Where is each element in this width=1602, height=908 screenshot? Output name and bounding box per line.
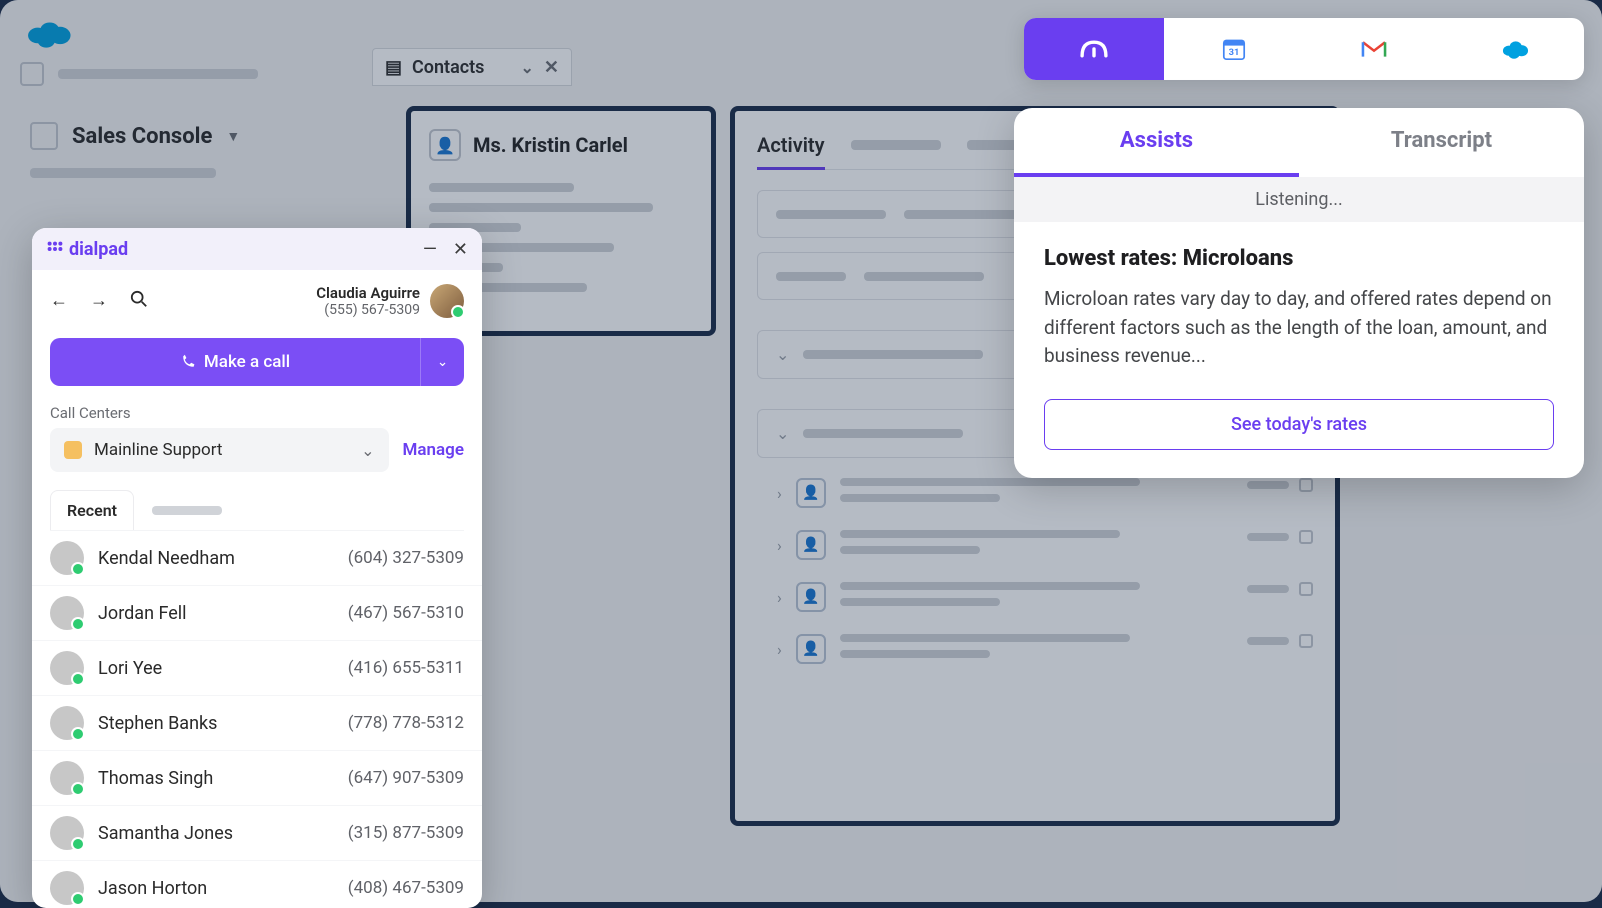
tab-transcript[interactable]: Transcript [1299, 108, 1584, 177]
chevron-down-icon: ⌄ [361, 441, 374, 460]
integration-dialpad-ai[interactable] [1024, 18, 1164, 80]
contact-name: Ms. Kristin Carlel [473, 133, 628, 157]
ai-status: Listening... [1014, 177, 1584, 222]
contact-icon: ▤ [385, 57, 402, 78]
avatar [50, 871, 84, 905]
assist-card-title: Lowest rates: Microloans [1044, 246, 1554, 271]
close-icon[interactable]: ✕ [453, 239, 468, 260]
chevron-down-icon[interactable]: ⌄ [521, 58, 534, 77]
selected-call-center: Mainline Support [94, 440, 223, 460]
manage-link[interactable]: Manage [403, 440, 464, 460]
recent-call-row[interactable]: Samantha Jones(315) 877-5309 [32, 806, 482, 861]
recent-call-row[interactable]: Jordan Fell(467) 567-5310 [32, 586, 482, 641]
back-icon[interactable]: ← [50, 290, 68, 313]
activity-item[interactable]: ›👤 [777, 478, 1313, 510]
integration-google-calendar[interactable]: 31 [1164, 18, 1304, 80]
dialpad-widget: dialpad — ✕ ← → Claudia Aguirre (555) 56… [32, 228, 482, 908]
avatar [50, 596, 84, 630]
make-call-dropdown[interactable]: ⌄ [420, 338, 464, 386]
sf-app-switcher[interactable]: Sales Console ▼ [30, 122, 240, 150]
assist-card-body: Microloan rates vary day to day, and off… [1044, 285, 1554, 371]
chevron-down-icon: ▼ [226, 128, 240, 145]
sf-app-name: Sales Console [72, 124, 212, 149]
sf-left-placeholder [30, 168, 340, 192]
dp-current-user[interactable]: Claudia Aguirre (555) 567-5309 [316, 284, 464, 318]
activity-item[interactable]: ›👤 [777, 582, 1313, 614]
make-call-button[interactable]: Make a call [50, 338, 420, 386]
user-name: Claudia Aguirre [316, 284, 420, 302]
activity-item[interactable]: ›👤 [777, 530, 1313, 562]
dialpad-logo: dialpad [46, 239, 128, 260]
sf-tab-contacts[interactable]: ▤ Contacts ⌄ ✕ [372, 48, 572, 86]
integration-salesforce[interactable] [1444, 18, 1584, 80]
recent-call-row[interactable]: Stephen Banks(778) 778-5312 [32, 696, 482, 751]
tab-assists[interactable]: Assists [1014, 108, 1299, 177]
avatar [50, 816, 84, 850]
search-icon[interactable] [130, 290, 148, 313]
recent-calls-list: Kendal Needham(604) 327-5309 Jordan Fell… [32, 531, 482, 908]
sf-tab-label: Contacts [412, 57, 484, 78]
avatar [430, 284, 464, 318]
person-icon: 👤 [429, 129, 461, 161]
svg-text:31: 31 [1229, 47, 1240, 58]
avatar [50, 761, 84, 795]
minimize-icon[interactable]: — [423, 239, 437, 260]
avatar [50, 706, 84, 740]
recent-call-row[interactable]: Kendal Needham(604) 327-5309 [32, 531, 482, 586]
activity-item[interactable]: ›👤 [777, 634, 1313, 666]
forward-icon[interactable]: → [90, 290, 108, 313]
user-phone: (555) 567-5309 [316, 302, 420, 318]
dp-titlebar: dialpad — ✕ [32, 228, 482, 270]
recent-call-row[interactable]: Lori Yee(416) 655-5311 [32, 641, 482, 696]
folder-icon [64, 441, 82, 459]
ai-assist-panel: Assists Transcript Listening... Lowest r… [1014, 108, 1584, 478]
avatar [50, 651, 84, 685]
close-icon[interactable]: ✕ [544, 57, 559, 78]
call-centers-label: Call Centers [32, 386, 482, 428]
see-rates-button[interactable]: See today's rates [1044, 399, 1554, 450]
tab-activity[interactable]: Activity [757, 133, 825, 170]
avatar [50, 541, 84, 575]
recent-call-row[interactable]: Thomas Singh(647) 907-5309 [32, 751, 482, 806]
tab-recent[interactable]: Recent [50, 490, 134, 530]
call-center-selector[interactable]: Mainline Support ⌄ [50, 428, 389, 472]
recent-call-row[interactable]: Jason Horton(408) 467-5309 [32, 861, 482, 908]
integration-bar: 31 [1024, 18, 1584, 80]
salesforce-logo [22, 14, 74, 50]
integration-gmail[interactable] [1304, 18, 1444, 80]
